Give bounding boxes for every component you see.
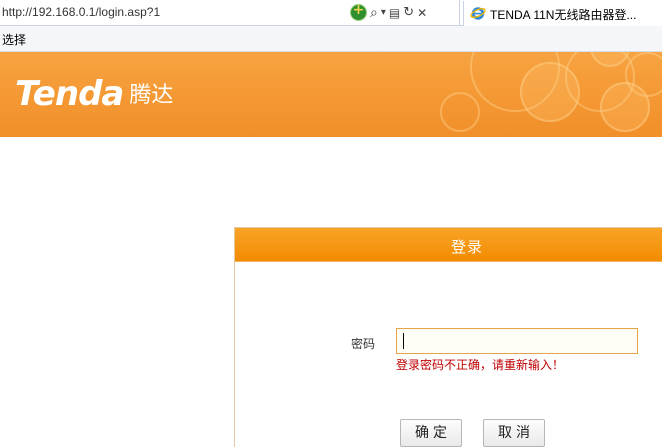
error-message: 登录密码不正确，请重新输入！ [396,358,565,372]
tenda-logo: Tenda 腾达 [15,74,173,114]
tab-title: TENDA 11N无线路由器登... [490,8,637,22]
password-label: 密码 [351,337,376,351]
search-icon[interactable]: ⌕ [370,3,378,22]
dropdown-arrow-icon[interactable]: ▾ [381,3,386,22]
browser-address-bar: http://192.168.0.1/login.asp?1 ⌕ ▾ ▤ ↻ ✕… [0,0,662,26]
url-text[interactable]: http://192.168.0.1/login.asp?1 [2,5,160,19]
header-banner: Tenda 腾达 [0,52,662,137]
compat-view-icon[interactable]: ▤ [389,3,400,22]
decorative-bubble [440,92,480,132]
login-panel-header: 登录 [235,228,662,262]
login-panel: 登录 密码 登录密码不正确，请重新输入！ 确定 取消 [234,227,662,447]
compatibility-icon[interactable] [350,2,367,21]
brand-name: Tenda [15,74,124,114]
menu-item-select[interactable]: 选择 [2,31,26,48]
refresh-icon[interactable]: ↻ [403,3,414,22]
login-title: 登录 [451,238,484,256]
cancel-button[interactable]: 取消 [483,419,545,447]
ie-icon [470,7,486,20]
confirm-button[interactable]: 确定 [400,419,462,447]
text-caret [403,333,404,349]
stop-icon[interactable]: ✕ [417,3,427,22]
password-input[interactable] [396,328,638,354]
address-bar-icons: ⌕ ▾ ▤ ↻ ✕ [350,2,430,22]
decorative-bubble [625,52,662,97]
browser-tab[interactable]: TENDA 11N无线路由器登... [463,1,662,26]
brand-name-cn: 腾达 [129,83,174,108]
url-field[interactable]: http://192.168.0.1/login.asp?1 ⌕ ▾ ▤ ↻ ✕ [0,0,460,25]
menu-bar: 选择 [0,26,662,52]
